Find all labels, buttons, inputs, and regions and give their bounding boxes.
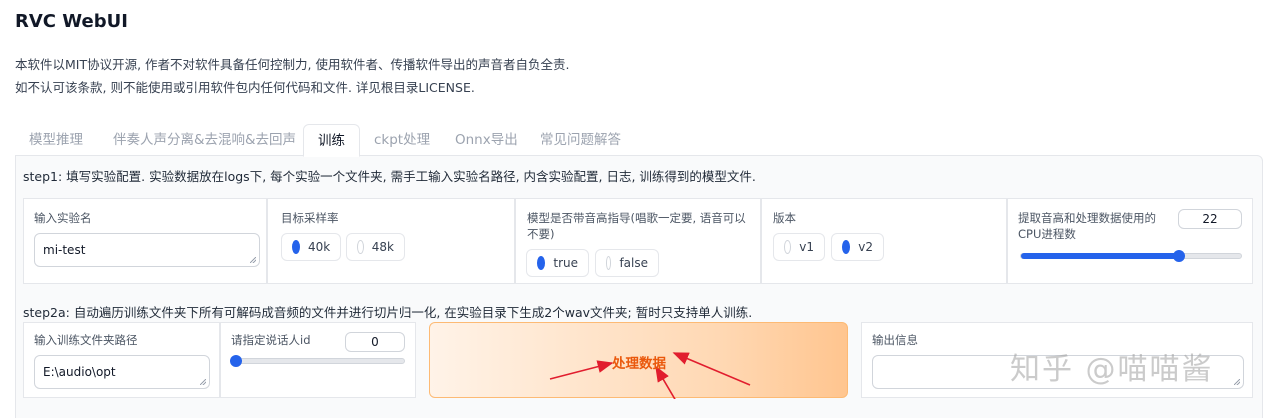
train-dir-label: 输入训练文件夹路径 [34, 333, 138, 347]
tab-vocal-separation[interactable]: 伴奏人声分离&去混响&去回声 [113, 124, 296, 156]
sample-rate-48k[interactable]: 48k [346, 233, 405, 261]
radio-selected-icon [537, 256, 546, 270]
cpu-threads-card: 提取音高和处理数据使用的CPU进程数 22 [1007, 198, 1253, 284]
pitch-guidance-label: 模型是否带音高指导(唱歌一定要, 语音可以不要) [527, 211, 746, 241]
sample-rate-40k-label: 40k [308, 240, 331, 254]
version-label: 版本 [773, 211, 796, 225]
exp-name-card: 输入实验名 mi-test [23, 198, 267, 284]
step1-description: step1: 填写实验配置. 实验数据放在logs下, 每个实验一个文件夹, 需… [23, 169, 756, 184]
sample-rate-label: 目标采样率 [281, 211, 339, 225]
tab-training[interactable]: 训练 [303, 124, 360, 157]
speaker-id-card: 请指定说话人id 0 [220, 322, 416, 398]
watermark: 知乎 @喵喵酱 [1010, 352, 1214, 387]
pitch-guidance-card: 模型是否带音高指导(唱歌一定要, 语音可以不要) true false [515, 198, 761, 284]
sample-rate-card: 目标采样率 40k 48k [267, 198, 515, 284]
version-v1[interactable]: v1 [773, 233, 825, 261]
radio-selected-icon [292, 240, 300, 254]
pitch-guidance-true[interactable]: true [526, 249, 589, 277]
radio-unselected-icon [606, 256, 612, 270]
cpu-threads-slider-thumb[interactable] [1173, 250, 1186, 262]
license-notice-line2: 如不认可该条款, 则不能使用或引用软件包内任何代码和文件. 详见根目录LICEN… [15, 80, 475, 95]
speaker-id-label: 请指定说话人id [231, 333, 311, 347]
version-v2[interactable]: v2 [831, 233, 884, 261]
license-notice-line1: 本软件以MIT协议开源, 作者不对软件具备任何控制力, 使用软件者、传播软件导出… [15, 57, 570, 72]
tab-bar: 模型推理 伴奏人声分离&去混响&去回声 训练 ckpt处理 Onnx导出 常见问… [15, 124, 1263, 157]
speaker-id-slider-thumb[interactable] [230, 355, 242, 367]
tab-onnx-export[interactable]: Onnx导出 [455, 124, 518, 156]
speaker-id-number[interactable]: 0 [345, 332, 405, 352]
cpu-threads-slider-fill [1021, 253, 1180, 259]
exp-name-input[interactable]: mi-test [34, 233, 260, 267]
version-v2-label: v2 [858, 240, 873, 254]
pitch-guidance-false-label: false [619, 256, 648, 270]
pitch-guidance-false[interactable]: false [595, 249, 659, 277]
pitch-guidance-true-label: true [553, 256, 578, 270]
radio-unselected-icon [357, 240, 364, 254]
exp-name-label: 输入实验名 [34, 211, 92, 225]
process-data-label: 处理数据 [612, 356, 666, 372]
tab-inference[interactable]: 模型推理 [29, 124, 83, 156]
output-label: 输出信息 [872, 333, 918, 347]
process-data-button[interactable]: 处理数据 [429, 322, 848, 399]
train-dir-input[interactable]: E:\audio\opt [34, 355, 210, 389]
train-dir-card: 输入训练文件夹路径 E:\audio\opt [23, 322, 220, 398]
cpu-threads-label: 提取音高和处理数据使用的CPU进程数 [1018, 211, 1156, 241]
sample-rate-40k[interactable]: 40k [281, 233, 341, 261]
speaker-id-slider[interactable] [230, 355, 405, 367]
cpu-threads-number[interactable]: 22 [1178, 209, 1242, 229]
radio-selected-icon [842, 240, 851, 254]
tab-faq[interactable]: 常见问题解答 [540, 124, 621, 156]
app-title: RVC WebUI [15, 11, 128, 32]
tab-ckpt[interactable]: ckpt处理 [374, 124, 430, 156]
version-card: 版本 v1 v2 [761, 198, 1007, 284]
cpu-threads-slider[interactable] [1020, 250, 1242, 262]
radio-unselected-icon [784, 240, 792, 254]
step2a-description: step2a: 自动遍历训练文件夹下所有可解码成音频的文件并进行切片归一化, 在… [23, 305, 753, 320]
sample-rate-48k-label: 48k [371, 240, 394, 254]
version-v1-label: v1 [799, 240, 814, 254]
